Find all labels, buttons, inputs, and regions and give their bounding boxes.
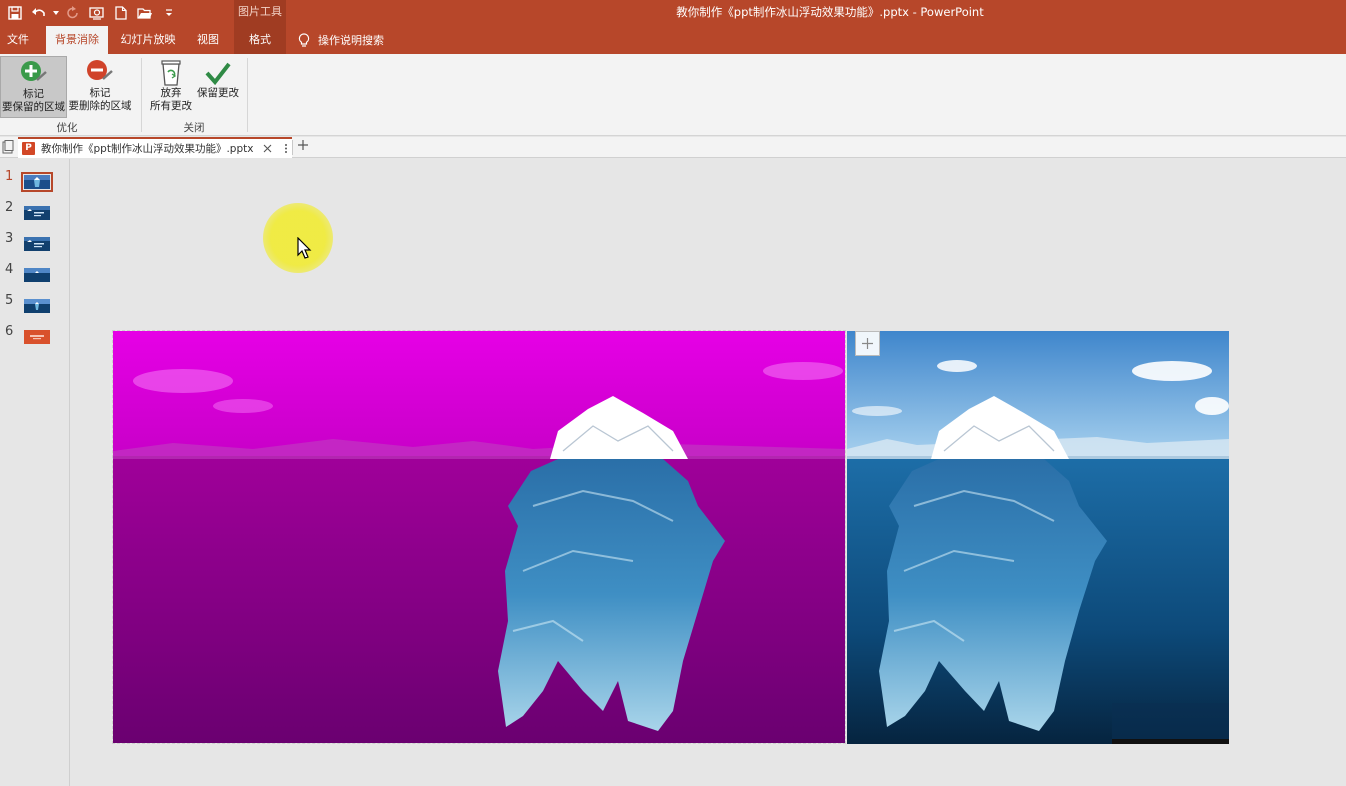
group-separator (141, 58, 142, 132)
group-separator (247, 58, 248, 132)
discard-all-changes-button[interactable]: 放弃 所有更改 (147, 56, 195, 118)
open-folder-icon[interactable] (134, 3, 156, 23)
document-tab-name: 教你制作《ppt制作冰山浮动效果功能》.pptx (41, 143, 254, 155)
slide-number: 4 (5, 262, 14, 277)
picture-tools-label: 图片工具 (234, 0, 286, 26)
close-icon[interactable] (263, 144, 272, 153)
document-tab[interactable]: P 教你制作《ppt制作冰山浮动效果功能》.pptx (18, 137, 292, 158)
tab-view[interactable]: 视图 (188, 26, 228, 54)
new-file-icon[interactable] (110, 3, 132, 23)
discard-label-1: 放弃 (160, 87, 182, 99)
tab-format[interactable]: 格式 (234, 26, 286, 54)
slide-number: 3 (5, 231, 14, 246)
ribbon: 标记 要保留的区域 标记 要删除的区域 优化 放弃 所有更改 保留更改 关闭 (0, 54, 1346, 136)
mark-keep-label-2: 要保留的区域 (2, 101, 65, 113)
iceberg-original-image (847, 331, 1229, 744)
keep-changes-label: 保留更改 (197, 87, 239, 99)
discard-label-2: 所有更改 (150, 100, 192, 112)
lightbulb-icon (298, 32, 310, 47)
slide-thumbnail-6[interactable]: 6 (0, 324, 70, 350)
tell-me-label: 操作说明搜索 (318, 34, 384, 47)
mark-areas-to-remove-button[interactable]: 标记 要删除的区域 (67, 56, 133, 118)
document-tab-row: P 教你制作《ppt制作冰山浮动效果功能》.pptx (0, 137, 1346, 158)
title-bar: 图片工具 教你制作《ppt制作冰山浮动效果功能》.pptx - PowerPoi… (0, 0, 1346, 26)
mark-remove-label-2: 要删除的区域 (68, 100, 132, 112)
slide-thumbnail-3[interactable]: 3 (0, 231, 70, 257)
mark-remove-icon (87, 60, 113, 80)
ribbon-tab-bar: 文件 背景消除 幻灯片放映 视图 格式 操作说明搜索 (0, 26, 1346, 54)
slide-thumbnail-1[interactable]: 1 (0, 169, 70, 195)
slide-thumbnail-5[interactable]: 5 (0, 293, 70, 319)
mouse-cursor-icon (297, 237, 312, 259)
iceberg-removal-preview (113, 331, 845, 743)
slide-thumbnail-pane: 1 2 3 4 5 6 (0, 159, 70, 786)
window-title: 教你制作《ppt制作冰山浮动效果功能》.pptx - PowerPoint (676, 5, 984, 19)
slide-number: 2 (5, 200, 14, 215)
tab-background-removal[interactable]: 背景消除 (46, 26, 108, 54)
slide-number: 1 (5, 169, 14, 184)
slide-number: 5 (5, 293, 14, 308)
undo-icon[interactable] (28, 3, 50, 23)
slide-number: 6 (5, 324, 14, 339)
mark-keep-icon (20, 61, 47, 81)
mark-keep-label-1: 标记 (23, 88, 44, 100)
original-image[interactable] (847, 331, 1229, 744)
powerpoint-file-icon: P (22, 142, 35, 155)
slide-preview (24, 330, 50, 344)
mark-areas-to-keep-button[interactable]: 标记 要保留的区域 (0, 56, 67, 118)
slide-preview (24, 206, 50, 220)
slide-thumbnail-4[interactable]: 4 (0, 262, 70, 288)
more-options-icon[interactable] (284, 143, 288, 154)
start-from-beginning-icon[interactable] (86, 3, 108, 23)
tab-divider (292, 140, 293, 155)
background-removal-image[interactable] (112, 330, 846, 744)
tab-slide-show[interactable]: 幻灯片放映 (114, 26, 182, 54)
slide-preview (24, 299, 50, 313)
recycle-bin-icon (161, 60, 181, 86)
quick-access-toolbar (4, 3, 180, 23)
tell-me-search[interactable]: 操作说明搜索 (298, 26, 384, 54)
tab-list-icon[interactable] (2, 140, 14, 157)
group-label-close: 关闭 (183, 122, 205, 134)
save-icon[interactable] (4, 3, 26, 23)
keep-changes-button[interactable]: 保留更改 (195, 56, 241, 118)
redo-icon[interactable] (62, 3, 84, 23)
slide-preview (21, 172, 53, 192)
undo-dropdown-icon[interactable] (52, 3, 60, 23)
group-label-refine: 优化 (56, 122, 78, 134)
add-handle-plus-icon[interactable] (855, 331, 880, 356)
new-tab-plus-icon[interactable] (296, 138, 312, 156)
mark-remove-label-1: 标记 (89, 87, 111, 99)
slide-thumbnail-2[interactable]: 2 (0, 200, 70, 226)
checkmark-icon (205, 62, 231, 86)
slide-preview (24, 268, 50, 282)
customize-qat-icon[interactable] (158, 3, 180, 23)
slide-preview (24, 237, 50, 251)
tab-file[interactable]: 文件 (0, 26, 36, 54)
